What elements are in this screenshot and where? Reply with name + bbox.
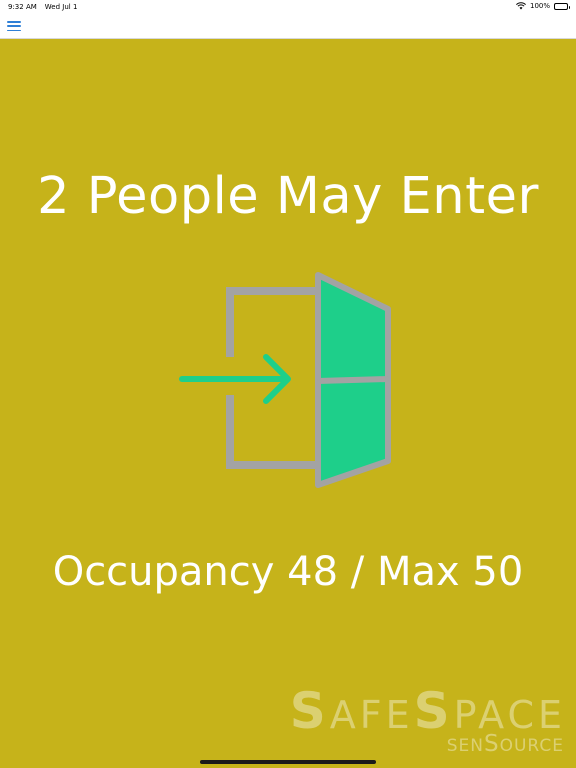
logo-sensource-text: SENSOURCE <box>447 731 564 759</box>
status-date: Wed Jul 1 <box>44 3 78 11</box>
door-frame <box>226 287 318 357</box>
entry-status-headline: 2 People May Enter <box>37 167 539 226</box>
battery-percent: 100% <box>529 2 550 10</box>
logo-letter: S <box>483 731 500 757</box>
menu-line <box>7 25 21 27</box>
logo-letters: OURCE <box>499 736 564 756</box>
menu-line <box>7 21 21 23</box>
hamburger-menu-icon[interactable] <box>6 20 22 32</box>
menu-line <box>7 29 21 31</box>
logo-letters: SEN <box>446 736 484 756</box>
occupancy-count: Occupancy 48 / Max 50 <box>52 549 524 595</box>
door-panel-divider <box>317 376 389 384</box>
status-time: 9:32 AM <box>8 3 37 11</box>
status-right: 100% <box>516 2 570 10</box>
occupancy-panel: 2 People May Enter Occupancy 48 / Max 50… <box>0 39 576 768</box>
nav-bar <box>0 14 576 39</box>
logo-letters: AFE <box>329 693 414 737</box>
logo-letter: S <box>289 682 330 740</box>
door-frame-lower <box>226 395 318 469</box>
safespace-logo: SAFESPACE SENSOURCE <box>276 686 566 759</box>
home-indicator[interactable] <box>200 760 376 764</box>
status-left: 9:32 AM Wed Jul 1 <box>8 3 77 11</box>
status-bar: 9:32 AM Wed Jul 1 100% <box>0 0 576 14</box>
wifi-icon <box>516 2 526 10</box>
enter-door-icon <box>179 272 391 488</box>
battery-icon <box>554 2 570 10</box>
